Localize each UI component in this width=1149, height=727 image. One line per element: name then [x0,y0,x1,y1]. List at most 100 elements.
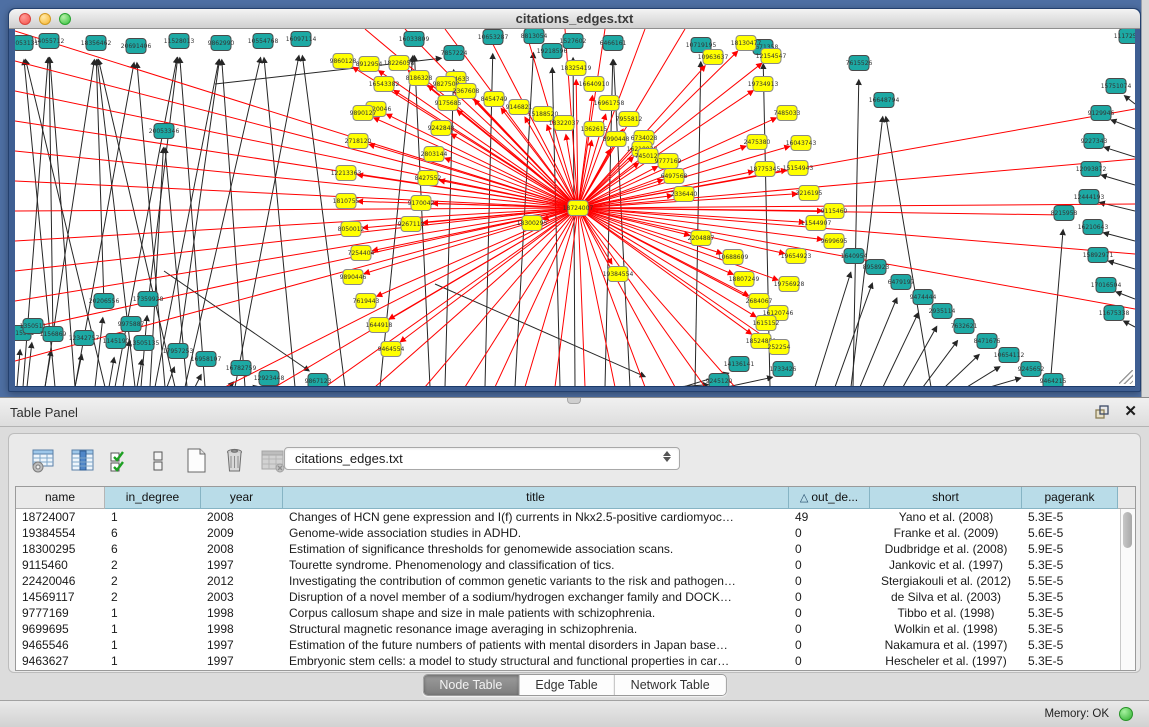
edge[interactable] [1124,321,1135,327]
tab-node-table[interactable]: Node Table [423,675,519,695]
selected-edge[interactable] [15,208,578,271]
cell-name[interactable]: 9115460 [16,557,105,573]
network-view-window[interactable]: citations_edges.txt 19053131140557121835… [8,8,1141,392]
selected-edge[interactable] [578,208,645,387]
cell-year[interactable]: 2008 [201,509,283,525]
cell-year[interactable]: 1997 [201,653,283,669]
edge[interactable] [1109,261,1135,269]
delete-column-icon[interactable] [221,447,248,474]
cell-pagerank[interactable]: 5.3E-5 [1022,621,1118,637]
show-columns-icon[interactable] [69,447,96,474]
cell-out_de[interactable]: 0 [789,605,870,621]
cell-short[interactable]: Dudbridge et al. (2008) [870,541,1022,557]
edge[interactable] [1050,230,1063,387]
edge[interactable] [853,80,859,387]
network-canvas[interactable]: 1905313114055712183564622069140611528013… [15,29,1135,387]
cell-year[interactable]: 1998 [201,621,283,637]
edge[interactable] [1116,292,1135,299]
cell-year[interactable]: 1997 [201,557,283,573]
cell-title[interactable]: Genome-wide association studies in ADHD. [283,525,789,541]
memory-status-indicator[interactable] [1119,707,1133,721]
cell-in_degree[interactable]: 1 [105,509,201,525]
column-header-out_de[interactable]: △out_de... [789,487,870,509]
table-row[interactable]: 977716911998Corpus callosum shape and si… [16,605,1135,621]
selected-edge[interactable] [465,208,578,387]
edge[interactable] [27,343,32,387]
cell-name[interactable]: 9699695 [16,621,105,637]
cell-title[interactable]: Structural magnetic resonance image aver… [283,621,789,637]
cell-out_de[interactable]: 0 [789,589,870,605]
table-row[interactable]: 969969511998Structural magnetic resonanc… [16,621,1135,637]
cell-name[interactable]: 9465546 [16,637,105,653]
selected-edge[interactable] [15,208,578,361]
cell-title[interactable]: Tourette syndrome. Phenomenology and cla… [283,557,789,573]
cell-short[interactable]: Jankovic et al. (1997) [870,557,1022,573]
edge[interactable] [75,355,82,387]
edge[interactable] [967,367,1000,387]
edge[interactable] [96,60,104,305]
cell-pagerank[interactable]: 5.3E-5 [1022,605,1118,621]
cell-pagerank[interactable]: 5.5E-5 [1022,573,1118,589]
edge[interactable] [109,358,114,387]
cell-short[interactable]: Yano et al. (2008) [870,509,1022,525]
edge[interactable] [155,60,219,387]
cell-in_degree[interactable]: 2 [105,573,201,589]
cell-year[interactable]: 1998 [201,605,283,621]
edge[interactable] [1111,120,1135,129]
cell-title[interactable]: Disruption of a novel member of a sodium… [283,589,789,605]
table-row[interactable]: 2242004622012Investigating the contribut… [16,573,1135,589]
cell-out_de[interactable]: 0 [789,637,870,653]
table-row[interactable]: 1830029562008Estimation of significance … [16,541,1135,557]
edge[interactable] [860,298,897,387]
cell-in_degree[interactable]: 6 [105,541,201,557]
table-row[interactable]: 946554611997Estimation of the future num… [16,637,1135,653]
table-row[interactable]: 911546021997Tourette syndrome. Phenomeno… [16,557,1135,573]
cell-title[interactable]: Investigating the contribution of common… [283,573,789,589]
cell-out_de[interactable]: 0 [789,621,870,637]
table-scrollbar[interactable] [1120,509,1135,670]
cell-title[interactable]: Changes of HCN gene expression and I(f) … [283,509,789,525]
cell-short[interactable]: Hescheler et al. (1997) [870,653,1022,669]
selected-edge[interactable] [578,208,675,387]
edge[interactable] [695,62,701,387]
edge[interactable] [195,375,201,387]
window-titlebar[interactable]: citations_edges.txt [9,9,1140,29]
edge[interactable] [903,327,937,387]
table-row[interactable]: 1872400712008Changes of HCN gene express… [16,509,1135,525]
selected-edge[interactable] [15,208,578,241]
table-row[interactable]: 1938455462009Genome-wide association stu… [16,525,1135,541]
cell-pagerank[interactable]: 5.3E-5 [1022,637,1118,653]
cell-in_degree[interactable]: 6 [105,525,201,541]
cell-name[interactable]: 9463627 [16,653,105,669]
cell-in_degree[interactable]: 1 [105,605,201,621]
cell-year[interactable]: 2008 [201,541,283,557]
edge[interactable] [1104,147,1135,157]
column-header-short[interactable]: short [870,487,1022,509]
cell-short[interactable]: Nakamura et al. (1997) [870,637,1022,653]
edge[interactable] [235,56,299,387]
cell-out_de[interactable]: 0 [789,541,870,557]
table-selector-dropdown[interactable]: citations_edges.txt [284,447,680,470]
cell-title[interactable]: Estimation of significance thresholds fo… [283,541,789,557]
tab-network-table[interactable]: Network Table [615,675,726,695]
edge[interactable] [222,60,245,387]
cell-short[interactable]: Franke et al. (2009) [870,525,1022,541]
cell-name[interactable]: 18300295 [16,541,105,557]
new-column-icon[interactable] [183,447,210,474]
cell-pagerank[interactable]: 5.3E-5 [1022,653,1118,669]
citation-network-graph[interactable]: 1905313114055712183564622069140611528013… [15,29,1135,387]
resize-grip[interactable] [1119,370,1133,384]
cell-in_degree[interactable]: 1 [105,621,201,637]
cell-year[interactable]: 1997 [201,637,283,653]
selected-edge[interactable] [375,208,578,387]
cell-name[interactable]: 18724007 [16,509,105,525]
selected-edge[interactable] [401,208,578,342]
table-row[interactable]: 1456911722003Disruption of a novel membe… [16,589,1135,605]
selected-edge[interactable] [578,29,605,208]
edge[interactable] [264,58,295,387]
column-header-pagerank[interactable]: pagerank [1022,487,1118,509]
column-header-title[interactable]: title [283,487,789,509]
column-header-name[interactable]: name [16,487,105,509]
cell-out_de[interactable]: 0 [789,653,870,669]
table-options-icon[interactable] [31,447,58,474]
